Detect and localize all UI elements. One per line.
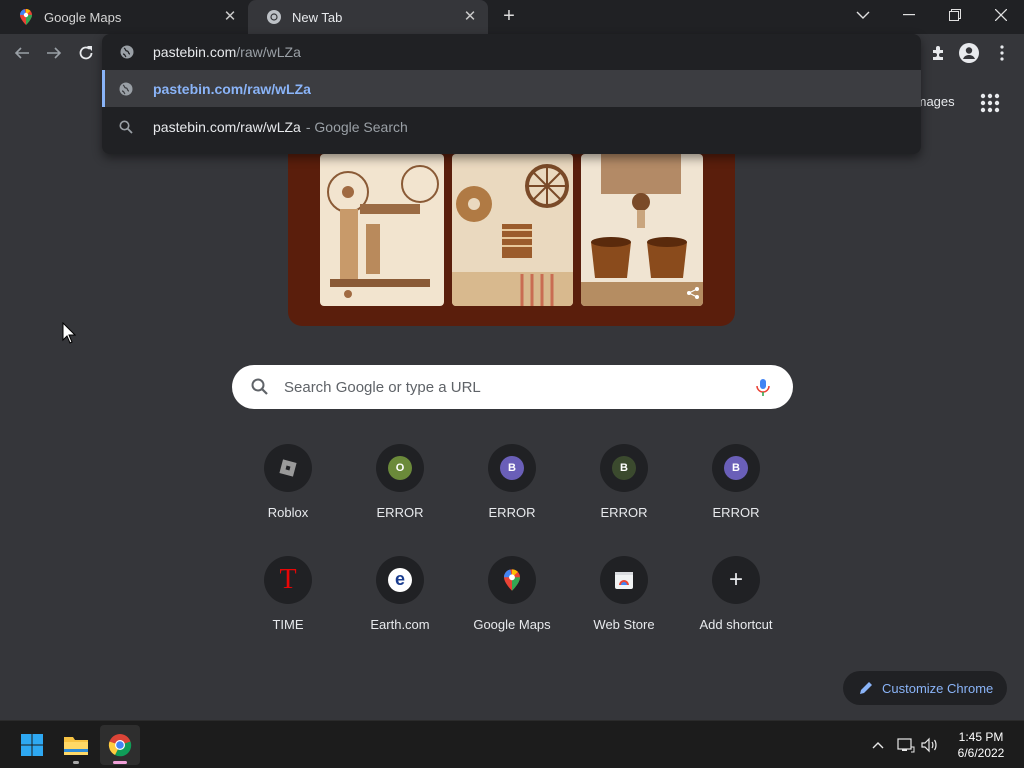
suggestion-url-text: pastebin.com/raw/wLZa	[153, 80, 311, 97]
shortcut-label: Add shortcut	[699, 617, 773, 632]
suggestion-query-text: pastebin.com/raw/wLZa	[153, 118, 301, 135]
share-icon[interactable]	[686, 286, 700, 300]
omnibox-input-row[interactable]: pastebin.com/raw/wLZa	[102, 34, 921, 70]
shortcut-time[interactable]: T TIME	[232, 550, 344, 662]
shortcut-google-maps[interactable]: Google Maps	[456, 550, 568, 662]
tab-google-maps[interactable]: Google Maps ✕	[0, 0, 248, 34]
shortcut-label: ERROR	[376, 505, 424, 520]
globe-icon	[119, 44, 135, 60]
omnibox-text[interactable]: pastebin.com/raw/wLZa	[153, 44, 301, 60]
shortcut-error-4[interactable]: B ERROR	[680, 438, 792, 550]
web-store-icon	[600, 556, 648, 604]
microphone-icon[interactable]	[753, 377, 773, 397]
taskbar-clock[interactable]: 1:45 PM 6/6/2022	[946, 729, 1016, 761]
customize-chrome-button[interactable]: Customize Chrome	[843, 671, 1007, 705]
letter-avatar-icon: O	[388, 456, 412, 480]
letter-avatar-icon: B	[612, 456, 636, 480]
omnibox-dropdown: pastebin.com/raw/wLZa pastebin.com/raw/w…	[102, 34, 921, 154]
chevron-up-icon[interactable]	[868, 735, 888, 755]
shortcut-label: ERROR	[488, 505, 536, 520]
roblox-icon	[264, 444, 312, 492]
letter-avatar-icon: B	[724, 456, 748, 480]
clock-date: 6/6/2022	[957, 746, 1005, 760]
shortcut-web-store[interactable]: Web Store	[568, 550, 680, 662]
shortcut-label: TIME	[272, 617, 304, 632]
mouse-cursor-icon	[62, 321, 77, 344]
add-shortcut-button[interactable]: + Add shortcut	[680, 550, 792, 662]
network-icon[interactable]	[896, 735, 916, 755]
shortcut-earth-com[interactable]: e Earth.com	[344, 550, 456, 662]
shortcut-label: Google Maps	[473, 617, 551, 632]
time-logo-icon: T	[279, 564, 297, 595]
chrome-icon	[266, 9, 282, 25]
suggestion-search[interactable]: pastebin.com/raw/wLZa - Google Search	[102, 108, 921, 145]
letter-avatar-icon: B	[500, 456, 524, 480]
tab-search-icon[interactable]	[840, 0, 886, 30]
active-indicator	[113, 761, 127, 764]
customize-label: Customize Chrome	[882, 680, 994, 696]
globe-icon	[118, 81, 134, 97]
back-arrow-icon[interactable]	[8, 39, 36, 67]
restore-icon[interactable]	[932, 0, 978, 30]
shortcut-label: Roblox	[267, 505, 309, 520]
shortcut-label: Earth.com	[370, 617, 430, 632]
new-tab-button[interactable]: +	[498, 6, 520, 28]
taskbar: 1:45 PM 6/6/2022	[0, 720, 1024, 768]
doodle-panel-gears	[452, 154, 573, 306]
chrome-taskbar-icon[interactable]	[100, 725, 140, 765]
google-maps-icon	[18, 9, 34, 25]
shortcut-label: Web Store	[593, 617, 655, 632]
menu-kebab-icon[interactable]	[989, 40, 1015, 66]
volume-icon[interactable]	[920, 735, 940, 755]
tab-strip: Google Maps ✕ New Tab ✕ +	[0, 0, 1024, 34]
close-icon[interactable]: ✕	[222, 9, 238, 25]
minimize-icon[interactable]	[886, 0, 932, 30]
search-icon	[250, 377, 270, 397]
windows-start-icon[interactable]	[12, 725, 52, 765]
reload-icon[interactable]	[72, 39, 100, 67]
omnibox-typed-text: pastebin.com	[153, 44, 237, 60]
forward-arrow-icon[interactable]	[40, 39, 68, 67]
extensions-icon[interactable]	[925, 40, 951, 66]
search-input[interactable]	[284, 378, 734, 396]
omnibox-autocomplete-text: /raw/wLZa	[236, 44, 301, 60]
shortcut-error-3[interactable]: B ERROR	[568, 438, 680, 550]
earth-com-icon: e	[388, 568, 412, 592]
tab-title: New Tab	[292, 9, 343, 25]
ntp-search-box[interactable]	[232, 365, 793, 409]
suggestion-description: - Google Search	[305, 118, 408, 135]
pencil-icon	[859, 681, 873, 695]
shortcut-error-1[interactable]: O ERROR	[344, 438, 456, 550]
doodle-panel-machine	[320, 154, 444, 306]
google-doodle[interactable]	[288, 150, 735, 326]
shortcut-roblox[interactable]: Roblox	[232, 438, 344, 550]
shortcut-label: ERROR	[600, 505, 648, 520]
google-apps-icon[interactable]	[978, 91, 1002, 115]
suggestion-url[interactable]: pastebin.com/raw/wLZa	[102, 70, 921, 107]
profile-icon[interactable]	[956, 40, 982, 66]
close-icon[interactable]: ✕	[462, 9, 478, 25]
shortcut-error-2[interactable]: B ERROR	[456, 438, 568, 550]
google-maps-icon	[488, 556, 536, 604]
plus-icon: +	[728, 566, 743, 593]
file-explorer-icon[interactable]	[56, 725, 96, 765]
doodle-panel-coffee	[581, 154, 703, 306]
running-indicator	[73, 761, 79, 764]
shortcut-label: ERROR	[712, 505, 760, 520]
search-icon	[118, 119, 134, 135]
tab-new-tab[interactable]: New Tab ✕	[248, 0, 488, 34]
tab-title: Google Maps	[44, 9, 122, 25]
clock-time: 1:45 PM	[958, 730, 1004, 744]
close-window-icon[interactable]	[978, 0, 1024, 30]
